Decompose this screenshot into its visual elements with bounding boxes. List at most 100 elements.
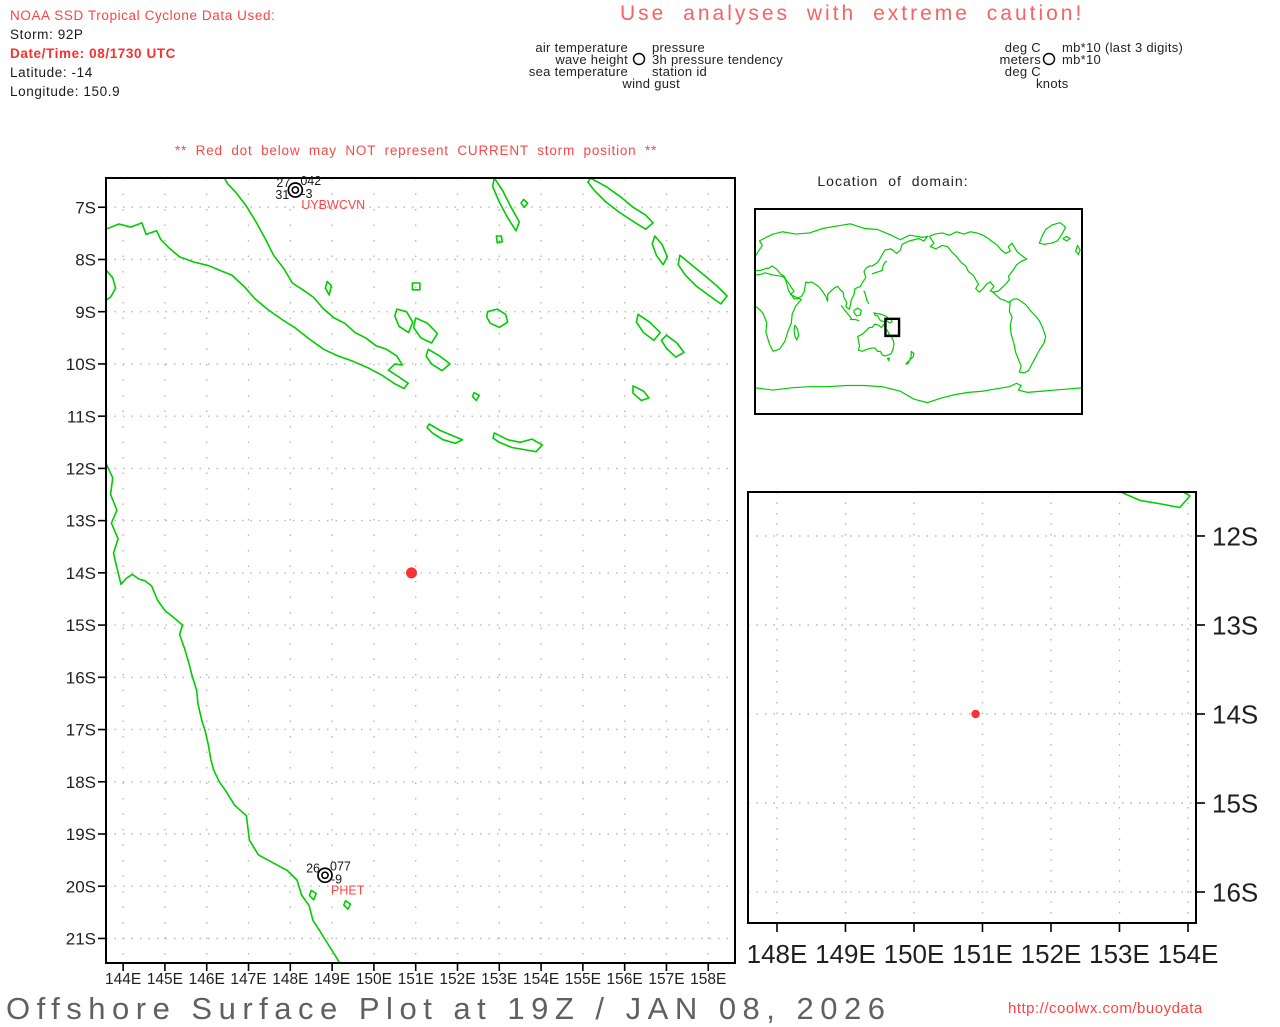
station-symbol-inner-circle xyxy=(321,871,329,880)
storm-dot xyxy=(971,709,980,719)
coastline xyxy=(755,224,928,309)
legend-station-circle-icon xyxy=(632,52,646,66)
x-tick-label: 145E xyxy=(147,971,183,988)
coastline xyxy=(412,317,439,344)
station-pressure: 077 xyxy=(330,859,351,873)
coastline xyxy=(393,308,414,334)
footer-url: http://coolwx.com/buoydata xyxy=(1008,1000,1203,1017)
x-tick-label: 152E xyxy=(1021,939,1082,969)
coastline xyxy=(107,463,340,962)
coastline xyxy=(906,351,914,364)
y-tick-label: 15S xyxy=(66,616,96,635)
station-id: UYBWCVN xyxy=(301,198,365,212)
map-frame xyxy=(755,209,1082,414)
coastline xyxy=(850,319,858,320)
station-id: PHET xyxy=(331,883,365,897)
coastline xyxy=(864,291,869,304)
coastline xyxy=(1009,299,1045,373)
circle-icon xyxy=(1042,52,1056,66)
coastline xyxy=(471,391,481,402)
coastline-layer xyxy=(107,179,728,962)
storm-position-note: ** Red dot below may NOT represent CURRE… xyxy=(175,143,658,158)
coastline xyxy=(492,432,544,453)
station-plot: 27 04231 -3UYBWCVN xyxy=(275,174,365,212)
map-frame xyxy=(747,491,1197,924)
header-storm-line: Storm: 92P xyxy=(10,27,84,42)
map-frame xyxy=(105,177,736,964)
x-tick-label: 152E xyxy=(439,971,475,988)
legend-units-knots: knots xyxy=(1036,76,1069,91)
world-inset-map xyxy=(755,209,1082,414)
coastline xyxy=(587,179,654,231)
coastline xyxy=(343,899,352,911)
header-datetime-line: Date/Time: 08/1730 UTC xyxy=(10,46,177,61)
y-tick-label: 9S xyxy=(75,303,96,322)
legend-units-mb10: mb*10 xyxy=(1062,52,1102,67)
coastline xyxy=(993,292,1010,302)
coastline xyxy=(755,383,1082,402)
y-tick-label: 8S xyxy=(75,251,96,270)
x-tick-label: 146E xyxy=(189,971,225,988)
y-tick-label: 15S xyxy=(1212,788,1258,818)
y-tick-label: 12S xyxy=(66,460,96,479)
coastline xyxy=(520,198,529,209)
coastline xyxy=(308,889,317,901)
x-tick-label: 149E xyxy=(815,939,876,969)
x-tick-label: 151E xyxy=(398,971,434,988)
station-pressure: 042 xyxy=(300,174,321,188)
x-tick-label: 154E xyxy=(523,971,559,988)
coastline-layer xyxy=(755,223,1082,403)
coastline xyxy=(635,313,662,342)
coastline xyxy=(794,325,799,340)
world-inset-title: Location of domain: xyxy=(817,173,969,189)
coastline xyxy=(425,348,451,372)
x-tick-label: 147E xyxy=(230,971,266,988)
legend-units-circle-icon xyxy=(1042,52,1056,66)
x-tick-label: 150E xyxy=(884,939,945,969)
coastline xyxy=(888,358,890,360)
coastline xyxy=(660,334,685,358)
x-tick-label: 155E xyxy=(565,971,601,988)
y-tick-label: 14S xyxy=(66,564,96,583)
station-plot: 26 077-9PHET xyxy=(306,859,365,897)
x-tick-label: 150E xyxy=(356,971,392,988)
header-latitude-line: Latitude: -14 xyxy=(10,65,93,80)
y-tick-label: 14S xyxy=(1212,699,1258,729)
x-tick-label: 149E xyxy=(314,971,350,988)
legend-wind-gust: wind gust xyxy=(622,76,680,91)
storm-dot xyxy=(406,567,417,579)
coastline xyxy=(755,273,801,352)
y-tick-label: 16S xyxy=(66,668,96,687)
x-tick-label: 156E xyxy=(607,971,643,988)
y-tick-label: 16S xyxy=(1212,877,1258,907)
x-tick-label: 153E xyxy=(1089,939,1150,969)
coastline xyxy=(1039,223,1065,245)
legend-sea-temperature: sea temperature xyxy=(528,64,628,79)
coastline xyxy=(651,235,669,266)
header-noaa-line: NOAA SSD Tropical Cyclone Data Used: xyxy=(10,8,276,23)
circle-icon xyxy=(632,52,646,66)
y-tick-label: 7S xyxy=(75,198,96,217)
y-tick-label: 17S xyxy=(66,721,96,740)
y-tick-label: 19S xyxy=(66,825,96,844)
y-tick-label: 21S xyxy=(66,930,96,949)
y-tick-label: 10S xyxy=(66,355,96,374)
offshore-surface-plot-page: { "colors": { "red_text": "#fb4545", "re… xyxy=(0,0,1280,1026)
coastline xyxy=(495,235,504,244)
x-tick-label: 144E xyxy=(105,971,141,988)
caution-title: Use analyses with extreme caution! xyxy=(620,2,1085,25)
y-tick-label: 18S xyxy=(66,773,96,792)
coastline xyxy=(872,261,887,274)
coastline xyxy=(858,324,894,356)
x-tick-label: 158E xyxy=(690,971,726,988)
coastline xyxy=(854,308,861,316)
coastline xyxy=(491,179,521,232)
coastline xyxy=(1063,236,1070,241)
header-longitude-line: Longitude: 150.9 xyxy=(10,84,121,99)
y-tick-label: 12S xyxy=(1212,521,1258,551)
x-tick-label: 154E xyxy=(1158,939,1219,969)
footer-plot-title: Offshore Surface Plot at 19Z / JAN 08, 2… xyxy=(6,991,892,1026)
coastline xyxy=(929,232,1026,292)
coastline xyxy=(324,280,333,296)
coastline xyxy=(411,282,421,291)
